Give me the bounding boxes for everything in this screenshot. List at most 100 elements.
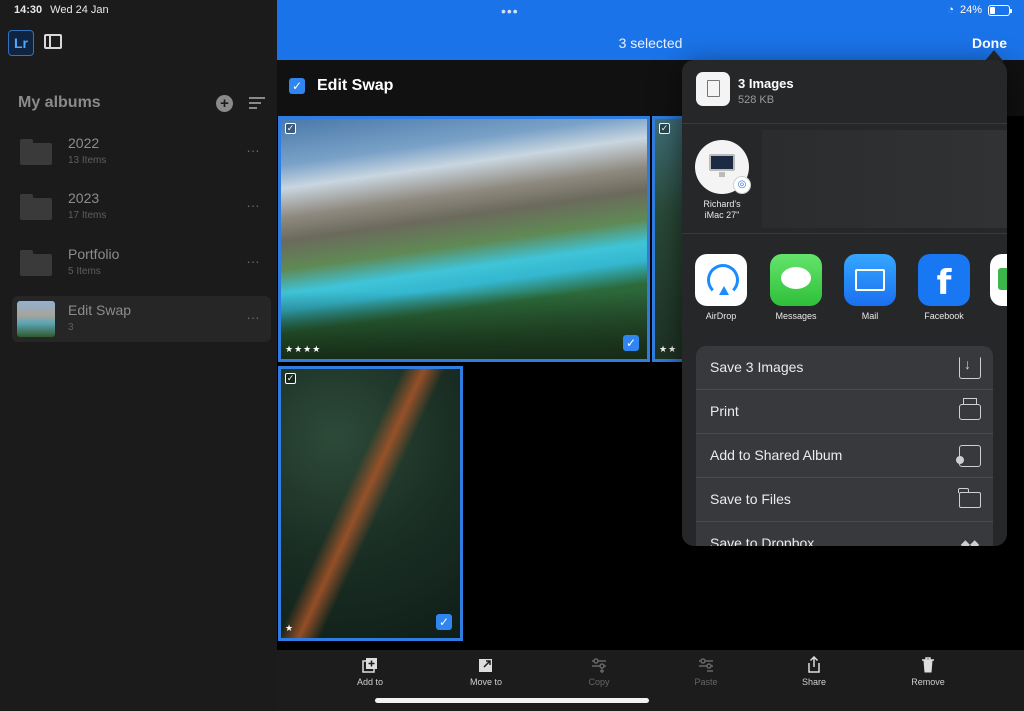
action-label: Save 3 Images: [710, 359, 804, 375]
album-item-2023[interactable]: 2023 17 Items …: [12, 184, 271, 230]
printer-icon: [959, 398, 981, 420]
album-item-portfolio[interactable]: Portfolio 5 Items …: [12, 240, 271, 286]
document-icon: [696, 72, 730, 106]
photo-forest[interactable]: ✓ ★ ✓: [278, 366, 463, 641]
add-to-icon: [362, 658, 377, 673]
move-to-button[interactable]: Move to: [446, 656, 526, 687]
more-options-icon[interactable]: …: [246, 250, 261, 266]
share-app-evernote[interactable]: Ev: [986, 254, 1007, 321]
add-to-button[interactable]: Add to: [330, 656, 410, 687]
action-save-to-files[interactable]: Save to Files: [696, 478, 993, 522]
star-rating: ★: [285, 623, 295, 633]
action-label: Add to Shared Album: [710, 447, 843, 463]
album-count: 17 Items: [68, 210, 107, 221]
airdrop-devices-row: ◎ Richard's iMac 27": [682, 124, 1007, 234]
tool-label: Add to: [356, 677, 384, 687]
share-sheet-header: 3 Images 528 KB: [682, 60, 1007, 124]
app-label: Mail: [861, 311, 879, 321]
share-sheet: 3 Images 528 KB ◎ Richard's iMac 27" AirD…: [682, 60, 1007, 546]
shared-album-icon: [956, 445, 981, 467]
add-album-icon[interactable]: +: [216, 95, 233, 112]
imac-icon: ◎: [695, 140, 751, 194]
share-button[interactable]: Share: [774, 656, 854, 687]
multitask-dots-icon[interactable]: •••: [501, 3, 519, 19]
album-title: Edit Swap: [317, 77, 394, 94]
app-label: Facebook: [924, 311, 964, 321]
facebook-icon: f: [918, 254, 970, 306]
album-count: 3: [68, 322, 74, 333]
photo-checkbox[interactable]: ✓: [659, 123, 670, 134]
album-name: Edit Swap: [68, 302, 132, 318]
move-to-icon: [479, 659, 492, 672]
more-options-icon[interactable]: …: [246, 306, 261, 322]
photo-lake[interactable]: ✓ ★★★★ ✓: [278, 116, 650, 362]
share-item-size: 528 KB: [738, 94, 775, 106]
action-save-images[interactable]: Save 3 Images: [696, 346, 993, 390]
bottom-toolbar: Add to Move to Copy Paste Share Remove: [277, 650, 1024, 711]
sidebar: 14:30 Wed 24 Jan Lr My albums + 2022 13 I…: [0, 0, 277, 711]
trash-icon: [922, 657, 934, 673]
lightroom-logo-icon[interactable]: Lr: [8, 30, 34, 56]
tool-label: Move to: [469, 677, 502, 687]
app-label: Ev: [986, 311, 1007, 321]
sort-icon[interactable]: [249, 97, 265, 109]
more-options-icon[interactable]: …: [246, 194, 261, 210]
share-icon: [808, 656, 820, 673]
app-label: AirDrop: [705, 311, 737, 321]
share-app-facebook[interactable]: f Facebook: [914, 254, 974, 321]
battery-icon: [988, 4, 1012, 16]
device-name: Richard's iMac 27": [703, 199, 741, 220]
messages-icon: [770, 254, 822, 306]
album-thumbnail: [17, 301, 55, 337]
action-add-shared-album[interactable]: Add to Shared Album: [696, 434, 993, 478]
action-label: Save to Dropbox: [710, 535, 815, 546]
select-all-checkbox[interactable]: ✓: [289, 78, 305, 94]
copy-button[interactable]: Copy: [559, 656, 639, 687]
folder-icon: [20, 139, 52, 165]
wifi-icon: ◔: [947, 4, 954, 16]
action-label: Print: [710, 403, 739, 419]
airdrop-badge-icon: ◎: [733, 176, 751, 194]
dropbox-icon: ◆◆: [960, 537, 980, 546]
sidebar-toggle-icon[interactable]: [44, 34, 62, 49]
share-app-mail[interactable]: Mail: [840, 254, 900, 321]
share-app-airdrop[interactable]: AirDrop: [691, 254, 751, 321]
save-to-device-icon: [959, 356, 981, 379]
album-item-edit-swap[interactable]: Edit Swap 3 …: [12, 296, 271, 342]
device-placeholder: [762, 130, 1007, 228]
tool-label: Paste: [694, 677, 718, 687]
remove-button[interactable]: Remove: [888, 656, 968, 687]
paste-settings-icon: [699, 658, 713, 672]
album-name: Portfolio: [68, 246, 120, 262]
selected-check-icon[interactable]: ✓: [623, 335, 639, 351]
share-item-title: 3 Images: [738, 76, 794, 91]
albums-title: My albums: [18, 94, 101, 111]
battery-percent: 24%: [959, 4, 982, 16]
paste-button[interactable]: Paste: [666, 656, 746, 687]
tool-label: Copy: [588, 677, 610, 687]
share-app-messages[interactable]: Messages: [766, 254, 826, 321]
selection-topbar: ••• ◔ 24% 3 selected Done: [277, 0, 1024, 60]
airdrop-device-imac[interactable]: ◎ Richard's iMac 27": [694, 140, 751, 221]
tool-label: Remove: [911, 677, 945, 687]
mail-icon: [844, 254, 896, 306]
folder-icon: [958, 488, 981, 508]
status-time: 14:30: [14, 4, 43, 16]
action-save-to-dropbox[interactable]: Save to Dropbox ◆◆: [696, 522, 993, 546]
copy-settings-icon: [592, 658, 606, 673]
action-print[interactable]: Print: [696, 390, 993, 434]
album-name: 2023: [68, 190, 100, 206]
photo-checkbox[interactable]: ✓: [285, 123, 296, 134]
done-button[interactable]: Done: [972, 35, 1007, 51]
photo-checkbox[interactable]: ✓: [285, 373, 296, 384]
app-label: Messages: [775, 311, 817, 321]
more-options-icon[interactable]: …: [246, 139, 261, 155]
folder-icon: [20, 250, 52, 276]
home-indicator[interactable]: [375, 698, 649, 703]
selected-count: 3 selected: [618, 35, 683, 51]
selected-check-icon[interactable]: ✓: [436, 614, 452, 630]
album-count: 13 Items: [68, 155, 107, 166]
album-count: 5 Items: [68, 266, 101, 277]
album-item-2022[interactable]: 2022 13 Items …: [12, 129, 271, 175]
status-indicators: ◔ 24%: [947, 4, 1012, 16]
